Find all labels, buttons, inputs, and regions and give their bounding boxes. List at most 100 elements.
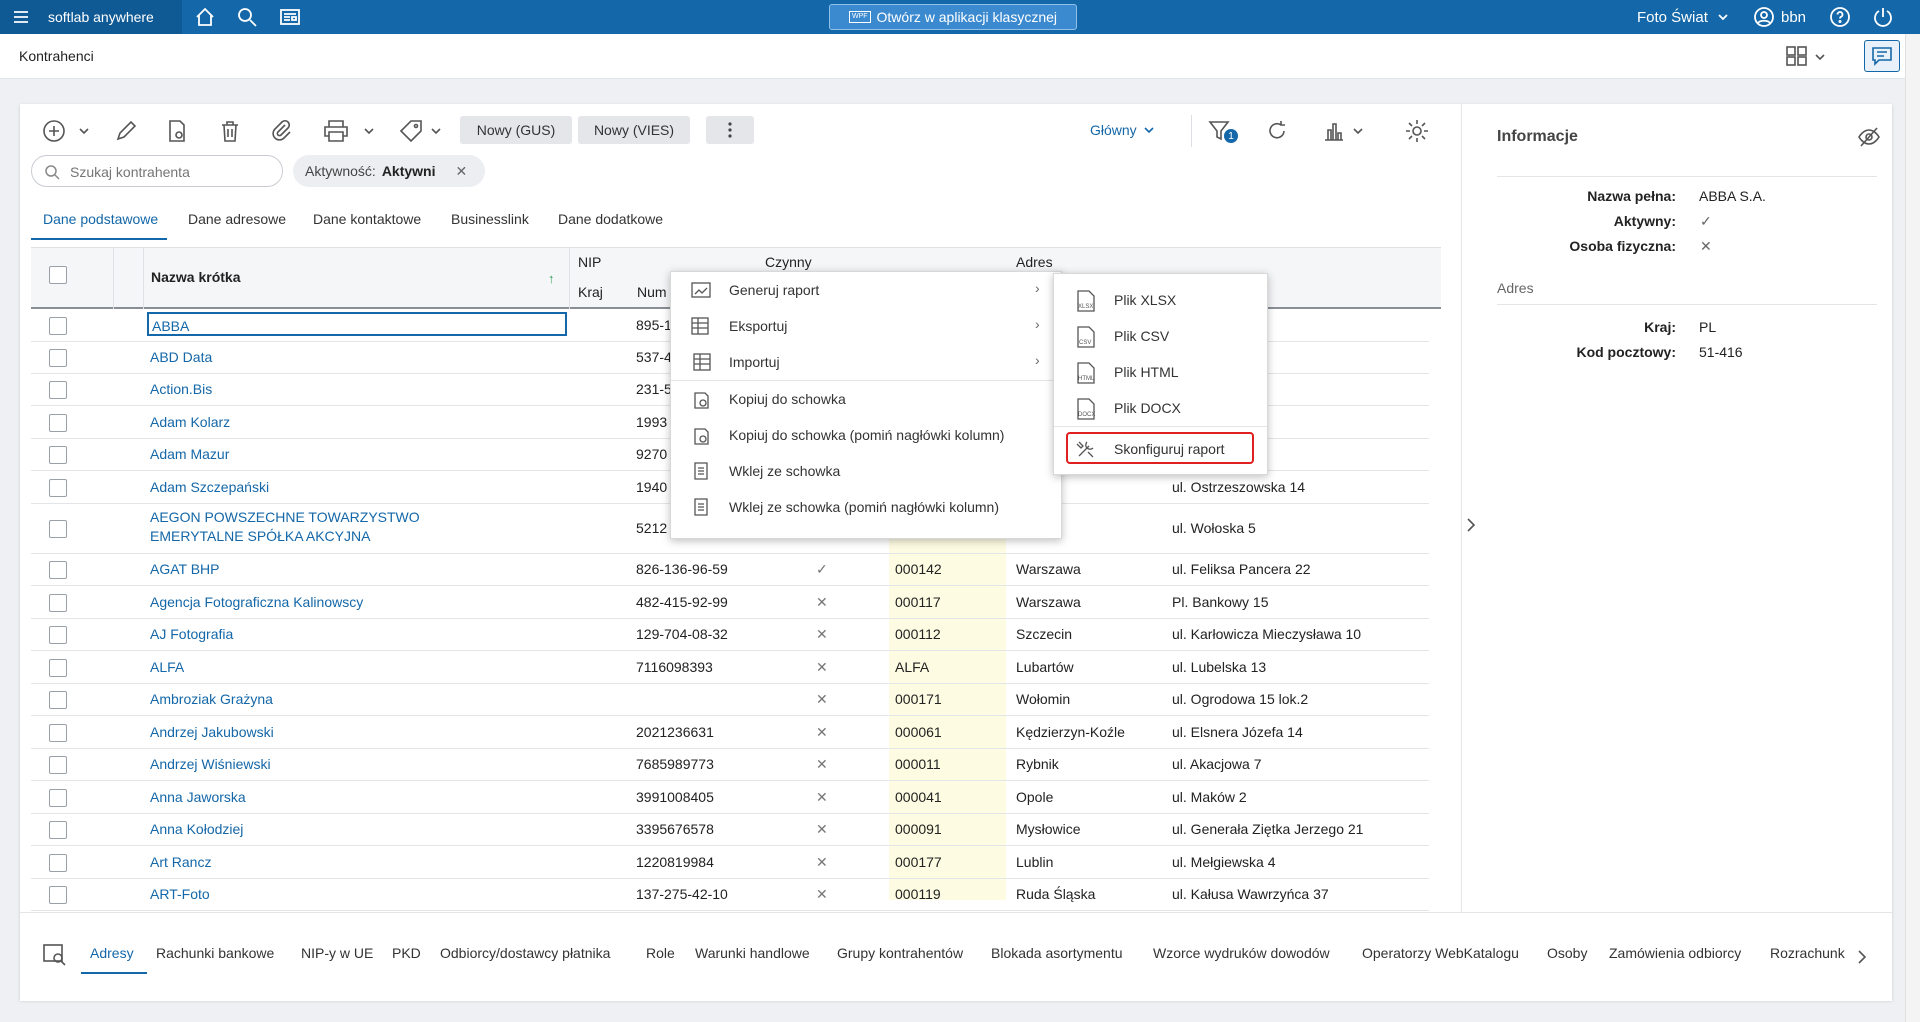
tab-businesslink[interactable]: Businesslink	[451, 211, 529, 227]
settings-gear-icon[interactable]	[1404, 118, 1430, 147]
refresh-icon[interactable]	[1265, 119, 1289, 146]
delete-icon[interactable]	[218, 119, 242, 146]
menu-item-wklej[interactable]: Wklej ze schowka	[671, 453, 1061, 489]
row-name-link[interactable]: Adam Mazur	[150, 446, 229, 462]
table-row[interactable]: Anna Jaworska 3991008405 ✕ 000041 Opole ul. M…	[31, 781, 1429, 814]
bottom-tab-rachunki[interactable]: Rachunki bankowe	[156, 945, 274, 961]
company-selector[interactable]: Foto Świat	[1637, 0, 1730, 34]
row-checkbox[interactable]	[49, 594, 67, 612]
table-row[interactable]: ART-Foto 137-275-42-10 ✕ 000119 Ruda Śląska u…	[31, 878, 1429, 911]
row-name-link[interactable]: Adam Szczepański	[150, 479, 269, 495]
table-row[interactable]: Agencja Fotograficzna Kalinowscy 482-415-…	[31, 586, 1429, 619]
bottom-tab-pkd[interactable]: PKD	[392, 945, 421, 961]
bottom-tab-operatorzy[interactable]: Operatorzy WebKatalogu	[1362, 945, 1519, 961]
row-name-link[interactable]: ABBA	[147, 312, 567, 336]
submenu-item-csv[interactable]: CSV Plik CSV	[1054, 318, 1267, 354]
row-checkbox[interactable]	[49, 349, 67, 367]
home-icon[interactable]	[194, 0, 216, 34]
hide-eye-icon[interactable]	[1857, 126, 1881, 151]
activity-filter-chip[interactable]: Aktywność: Aktywni ✕	[293, 155, 485, 187]
submenu-item-skonfiguruj-raport[interactable]: Skonfiguruj raport	[1066, 432, 1254, 464]
row-checkbox[interactable]	[49, 446, 67, 464]
layout-icon[interactable]	[1786, 46, 1808, 69]
add-chevron-down-icon[interactable]	[78, 124, 90, 140]
submenu-item-xlsx[interactable]: XLSX Plik XLSX	[1054, 282, 1267, 318]
table-row[interactable]: AGAT BHP 826-136-96-59 ✓ 000142 Warszawa ul. …	[31, 553, 1429, 586]
edit-icon[interactable]	[114, 119, 138, 146]
column-header-adres[interactable]: Adres	[1016, 254, 1053, 270]
table-row[interactable]: Andrzej Wiśniewski 7685989773 ✕ 000011 Rybni…	[31, 748, 1429, 781]
open-classic-button[interactable]: WPF Otwórz w aplikacji klasycznej	[829, 4, 1077, 30]
row-name-link[interactable]: Ambroziak Grażyna	[150, 691, 273, 707]
table-row[interactable]: Anna Kołodziej 3395676578 ✕ 000091 Mysłowice…	[31, 813, 1429, 846]
bottom-tab-warunki[interactable]: Warunki handlowe	[695, 945, 810, 961]
table-row[interactable]: Andrzej Jakubowski 2021236631 ✕ 000061 Kędzi…	[31, 716, 1429, 749]
row-name-link[interactable]: Anna Kołodziej	[150, 821, 243, 837]
row-name-link[interactable]: Art Rancz	[150, 854, 211, 870]
bottom-tab-rozrachunki[interactable]: Rozrachunk	[1770, 945, 1850, 961]
row-checkbox[interactable]	[49, 520, 67, 538]
layout-chevron-down-icon[interactable]	[1814, 50, 1826, 66]
hamburger-icon[interactable]	[12, 0, 30, 34]
row-name-link[interactable]: ALFA	[150, 659, 184, 675]
tag-icon[interactable]	[399, 119, 425, 146]
print-icon[interactable]	[323, 119, 349, 146]
row-name-link[interactable]: ART-Foto	[150, 886, 210, 902]
submenu-item-html[interactable]: HTML Plik HTML	[1054, 354, 1267, 390]
table-row[interactable]: Ambroziak Grażyna ✕ 000171 Wołomin ul. Ogrod…	[31, 683, 1429, 716]
bottom-tab-wzorce[interactable]: Wzorce wydruków dowodów	[1153, 945, 1330, 961]
tab-dane-dodatkowe[interactable]: Dane dodatkowe	[558, 211, 663, 227]
row-name-link[interactable]: AGAT BHP	[150, 561, 220, 577]
row-checkbox[interactable]	[49, 821, 67, 839]
table-row[interactable]: AJ Fotografia 129-704-08-32 ✕ 000112 Szczeci…	[31, 618, 1429, 651]
row-checkbox[interactable]	[49, 756, 67, 774]
row-checkbox[interactable]	[49, 626, 67, 644]
search-icon[interactable]	[236, 0, 258, 34]
bottom-tab-osoby[interactable]: Osoby	[1547, 945, 1587, 961]
print-chevron-down-icon[interactable]	[363, 124, 375, 140]
bottom-tab-adresy[interactable]: Adresy	[90, 945, 134, 961]
menu-item-eksportuj[interactable]: Eksportuj ›	[671, 308, 1061, 344]
power-icon[interactable]	[1872, 0, 1894, 34]
column-header-kraj[interactable]: Kraj	[578, 284, 603, 300]
attachment-icon[interactable]	[269, 119, 293, 146]
tag-chevron-down-icon[interactable]	[430, 124, 442, 140]
select-all-checkbox[interactable]	[49, 266, 67, 284]
new-gus-button[interactable]: Nowy (GUS)	[460, 116, 572, 144]
row-checkbox[interactable]	[49, 854, 67, 872]
chip-close-icon[interactable]: ✕	[456, 163, 468, 180]
table-row[interactable]: ALFA 7116098393 ✕ ALFA Lubartów ul. Lubelska …	[31, 651, 1429, 684]
tab-dane-kontaktowe[interactable]: Dane kontaktowe	[313, 211, 421, 227]
bottom-tabs-chevron-right-icon[interactable]	[1848, 944, 1874, 970]
messages-icon[interactable]	[1864, 40, 1900, 72]
view-selector[interactable]: Główny	[1090, 122, 1155, 138]
row-checkbox[interactable]	[49, 414, 67, 432]
row-name-link[interactable]: Action.Bis	[150, 381, 212, 397]
add-icon[interactable]	[42, 119, 66, 146]
bottom-tab-role[interactable]: Role	[646, 945, 675, 961]
row-checkbox[interactable]	[49, 691, 67, 709]
bottom-tab-zamowienia[interactable]: Zamówienia odbiorcy	[1609, 945, 1741, 961]
table-row[interactable]: Art Rancz 1220819984 ✕ 000177 Lublin ul. Mełg…	[31, 846, 1429, 879]
help-icon[interactable]	[1829, 0, 1851, 34]
row-name-link[interactable]: AJ Fotografia	[150, 626, 233, 642]
row-name-link[interactable]: Andrzej Jakubowski	[150, 724, 274, 740]
page-scrollbar[interactable]	[1905, 34, 1920, 1022]
tab-dane-podstawowe[interactable]: Dane podstawowe	[43, 211, 158, 227]
row-checkbox[interactable]	[49, 479, 67, 497]
preview-document-icon[interactable]	[165, 119, 189, 146]
more-button[interactable]	[706, 116, 754, 144]
row-checkbox[interactable]	[49, 561, 67, 579]
chart-icon[interactable]	[1322, 119, 1346, 146]
row-name-link[interactable]: ABD Data	[150, 349, 212, 365]
menu-item-generuj-raport[interactable]: Generuj raport ›	[671, 272, 1061, 308]
menu-item-kopiuj-bez-naglowkow[interactable]: Kopiuj do schowka (pomiń nagłówki kolumn…	[671, 417, 1061, 453]
bottom-tab-nip-ue[interactable]: NIP-y w UE	[301, 945, 373, 961]
search-input[interactable]	[68, 162, 272, 182]
column-header-nip[interactable]: NIP	[578, 254, 601, 270]
bottom-tab-odbiorcy[interactable]: Odbiorcy/dostawcy płatnika	[440, 945, 610, 961]
bottom-tab-blokada[interactable]: Blokada asortymentu	[991, 945, 1123, 961]
row-checkbox[interactable]	[49, 381, 67, 399]
search-box[interactable]	[31, 155, 283, 187]
menu-item-importuj[interactable]: Importuj ›	[671, 344, 1061, 381]
